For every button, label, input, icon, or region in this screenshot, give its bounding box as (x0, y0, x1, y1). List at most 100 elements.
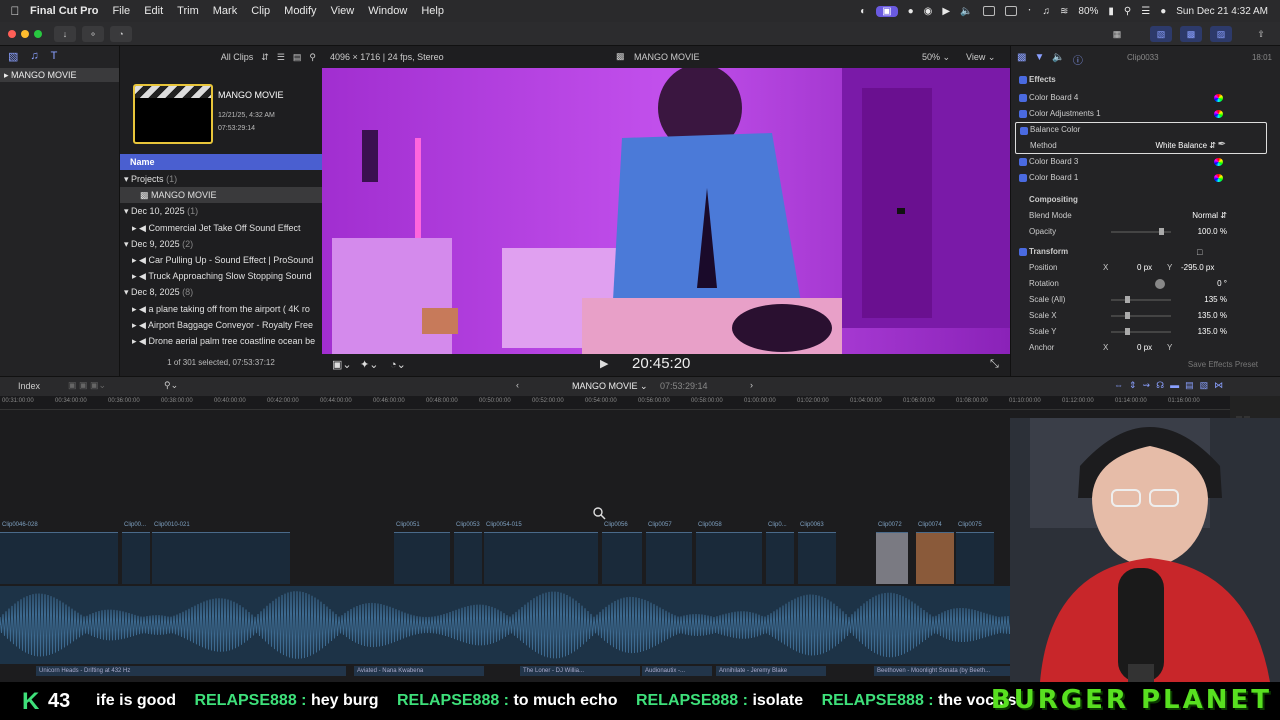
menu-clock[interactable]: Sun Dec 21 4:32 AM (1176, 6, 1268, 17)
zoom-tool-icon[interactable]: ⚲⌄ (164, 380, 178, 391)
scale-all-slider[interactable] (1111, 296, 1171, 303)
video-clip[interactable] (696, 532, 762, 584)
color-wheel-icon[interactable] (1214, 110, 1223, 118)
disclosure-chevron-icon[interactable]: ▸ (132, 320, 137, 330)
effect-checkbox[interactable] (1019, 158, 1027, 166)
timeline-toggle-icon[interactable]: ▩ (1180, 26, 1202, 42)
zoom-dropdown[interactable]: 50% ⌄ (922, 52, 950, 63)
color-wheel-icon[interactable] (1214, 94, 1223, 102)
browser-group-row[interactable]: ▾ Dec 9, 2025 (2) (120, 236, 322, 252)
effects-section-header[interactable]: Effects (1011, 72, 1280, 88)
disclosure-chevron-icon[interactable]: ▾ (124, 287, 129, 297)
save-effects-preset-button[interactable]: Save Effects Preset (1188, 360, 1258, 369)
list-view-icon[interactable]: ☰ (277, 52, 285, 63)
slider-knob[interactable] (1125, 296, 1130, 303)
menu-clip[interactable]: Clip (251, 5, 270, 17)
disclosure-chevron-icon[interactable]: ▸ (132, 271, 137, 281)
close-window-button[interactable] (8, 30, 16, 38)
photos-audio-icon[interactable]: ♫ (30, 50, 38, 64)
browser-clip-row[interactable]: ▸ ◀ Drone aerial palm tree coastline oce… (120, 333, 322, 349)
status-icon[interactable]: ◐ (860, 6, 866, 17)
name-column-header[interactable]: Name (120, 154, 322, 170)
video-clip[interactable] (916, 532, 954, 584)
audio-clip-label[interactable]: The Loner - DJ Willia... (520, 666, 640, 676)
disclosure-chevron-icon[interactable]: ▾ (124, 239, 129, 249)
effects-checkbox[interactable] (1019, 76, 1027, 84)
history-back-icon[interactable]: ‹ (516, 380, 519, 390)
effect-checkbox[interactable] (1019, 110, 1027, 118)
info-inspector-icon[interactable]: ⓘ (1073, 52, 1083, 67)
share-icon[interactable]: ⇧ (1250, 26, 1272, 42)
browser-toggle-icon[interactable]: ▧ (1150, 26, 1172, 42)
effect-row[interactable]: Color Board 4 (1011, 90, 1280, 106)
transform-checkbox[interactable] (1019, 248, 1027, 256)
menu-help[interactable]: Help (421, 5, 444, 17)
compositing-section-header[interactable]: Compositing (1011, 192, 1280, 208)
effect-checkbox[interactable] (1019, 94, 1027, 102)
browser-clip-row[interactable]: ▸ ◀ Commercial Jet Take Off Sound Effect (120, 220, 322, 236)
video-clip[interactable] (394, 532, 450, 584)
apple-menu-icon[interactable]:  (0, 4, 30, 18)
effect-row[interactable]: Color Board 3 (1011, 154, 1280, 170)
disclosure-chevron-icon[interactable]: ▸ (132, 223, 137, 233)
browser-clip-row[interactable]: ▩ MANGO MOVIE (120, 187, 322, 204)
minimize-window-button[interactable] (21, 30, 29, 38)
color-wheel-icon[interactable] (1214, 174, 1223, 182)
browser-group-row[interactable]: ▾ Dec 8, 2025 (8) (120, 284, 322, 300)
clip-appearance-icon[interactable]: ▤ (293, 52, 302, 63)
play-button[interactable]: ▶ (600, 357, 608, 370)
video-clip[interactable] (454, 532, 482, 584)
status-icon[interactable]: ● (908, 6, 914, 17)
transform-tool-icon[interactable]: ▣⌄ (332, 358, 352, 371)
position-y-field[interactable]: -295.0 px (1181, 260, 1214, 276)
slider-knob[interactable] (1159, 228, 1164, 235)
video-clip[interactable] (152, 532, 290, 584)
screen-record-icon[interactable]: ▣ (876, 5, 898, 17)
anchor-x-field[interactable]: 0 px (1137, 340, 1152, 356)
display-icon[interactable] (982, 6, 995, 16)
rotation-field[interactable]: 0 ° (1217, 276, 1227, 292)
position-x-field[interactable]: 0 px (1137, 260, 1152, 276)
menu-file[interactable]: File (112, 5, 130, 17)
control-center-icon[interactable]: ☰ (1141, 6, 1150, 17)
view-dropdown[interactable]: View ⌄ (966, 52, 995, 63)
inspector-toggle-icon[interactable]: ▨ (1210, 26, 1232, 42)
menu-trim[interactable]: Trim (177, 5, 199, 17)
rotation-dial[interactable] (1155, 279, 1165, 289)
import-icon[interactable]: ↓ (54, 26, 76, 42)
video-clip[interactable] (0, 532, 118, 584)
menu-mark[interactable]: Mark (213, 5, 237, 17)
app-menu[interactable]: Final Cut Pro (30, 5, 98, 17)
audio-inspector-icon[interactable]: 🔈 (1052, 52, 1064, 67)
scale-all-field[interactable]: 135 % (1204, 292, 1227, 308)
wifi-icon[interactable]: ≋ (1060, 6, 1068, 17)
video-clip[interactable] (876, 532, 908, 584)
opacity-field[interactable]: 100.0 % (1198, 224, 1227, 240)
timeline-ruler[interactable]: 00:31:00:00 00:34:00:00 00:36:00:00 00:38:0… (0, 396, 1230, 410)
video-clip[interactable] (766, 532, 794, 584)
scale-x-slider[interactable] (1111, 312, 1171, 319)
video-viewer[interactable] (322, 68, 1010, 354)
index-button[interactable]: Index (18, 381, 40, 391)
effect-row[interactable]: Color Board 1 (1011, 170, 1280, 186)
disclosure-chevron-icon[interactable]: ▾ (124, 174, 129, 184)
blend-mode-dropdown[interactable]: Normal ⇵ (1192, 208, 1227, 224)
color-inspector-icon[interactable]: ▼ (1034, 52, 1044, 67)
video-clip[interactable] (798, 532, 836, 584)
effect-row[interactable]: Color Adjustments 1 (1011, 106, 1280, 122)
event-thumbnail[interactable] (133, 84, 213, 144)
browser-group-row[interactable]: ▾ Dec 10, 2025 (1) (120, 203, 322, 219)
browser-group-row[interactable]: ▾ Projects (1) (120, 171, 322, 187)
browser-clip-row[interactable]: ▸ ◀ a plane taking off from the airport … (120, 301, 322, 317)
library-item[interactable]: ▸ MANGO MOVIE (0, 68, 119, 82)
timeline-project-name[interactable]: MANGO MOVIE ⌄ (572, 381, 648, 392)
bluetooth-icon[interactable]: ᛫ (1027, 6, 1033, 17)
titles-generators-icon[interactable]: T (51, 50, 58, 64)
user-icon[interactable]: ● (1160, 6, 1166, 17)
battery-icon[interactable]: ▮ (1108, 6, 1114, 17)
video-clip[interactable] (484, 532, 598, 584)
balance-color-effect[interactable]: Balance Color Method White Balance ⇵ ✒ (1015, 122, 1267, 154)
video-inspector-icon[interactable]: ▩ (1017, 52, 1026, 67)
video-clip[interactable] (956, 532, 994, 584)
transform-onscreen-icon[interactable]: □ (1197, 244, 1202, 260)
